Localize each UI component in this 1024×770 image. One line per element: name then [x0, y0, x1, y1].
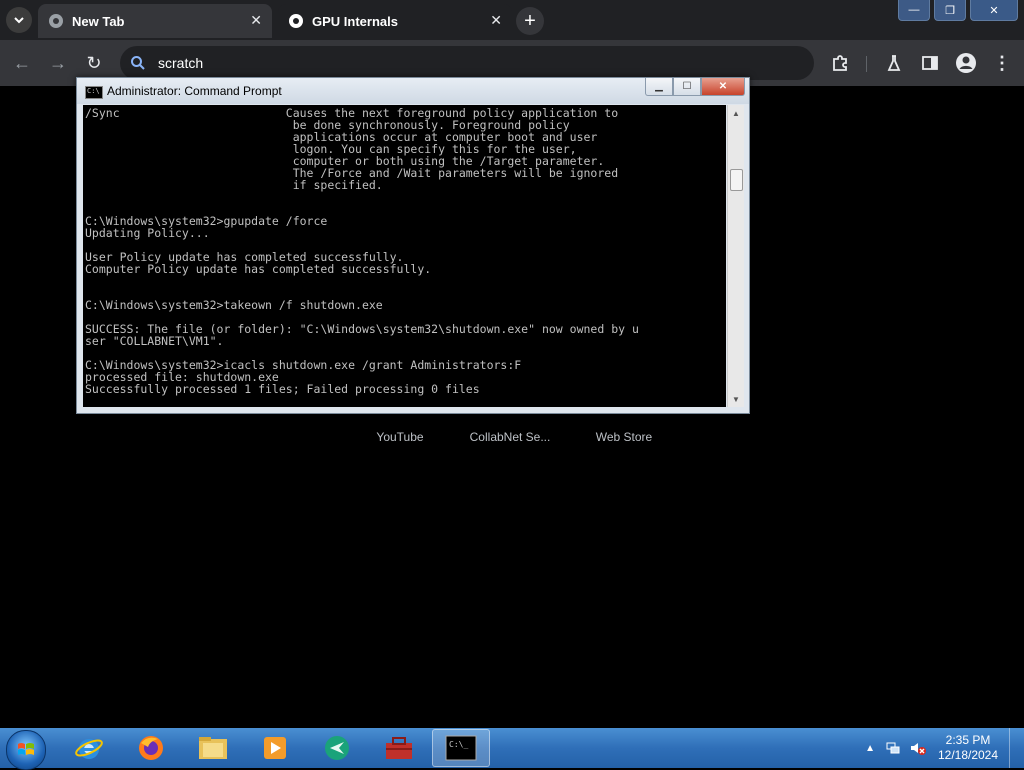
close-tab-icon[interactable]: ✕ — [250, 12, 262, 29]
system-tray: ▲ 2:35 PM 12/18/2024 — [865, 728, 1024, 768]
console-scrollbar[interactable]: ▲ ▼ — [727, 105, 744, 407]
window-controls: — ❐ ✕ — [894, 0, 1018, 21]
back-button[interactable]: ← — [10, 51, 34, 75]
scroll-down-icon[interactable]: ▼ — [728, 391, 744, 407]
clock[interactable]: 2:35 PM 12/18/2024 — [933, 733, 1003, 763]
reload-icon: ↻ — [86, 52, 102, 73]
arrow-right-icon: → — [49, 52, 67, 73]
arrow-left-icon: ← — [13, 52, 31, 73]
taskbar-teamviewer[interactable] — [308, 729, 366, 767]
network-icon[interactable] — [885, 740, 901, 756]
toolbar-divider — [866, 56, 867, 72]
console-text: /Sync Causes the next foreground policy … — [83, 105, 726, 395]
scroll-thumb[interactable] — [730, 169, 743, 191]
cmd-window-controls: ▁ ☐ ✕ — [645, 78, 745, 96]
browser-tabstrip: New Tab ✕ GPU Internals ✕ + — ❐ ✕ — [0, 0, 1024, 40]
cmd-title-bar[interactable]: C:\ Administrator: Command Prompt ▁ ☐ ✕ — [77, 78, 749, 104]
close-tab-icon[interactable]: ✕ — [490, 12, 502, 29]
cmd-title: Administrator: Command Prompt — [107, 84, 282, 98]
menu-button[interactable]: ⋮ — [990, 51, 1014, 75]
command-prompt-window: C:\ Administrator: Command Prompt ▁ ☐ ✕ … — [76, 77, 750, 414]
console-line: C:\Windows\system32>takeown /f shutdown.… — [85, 298, 383, 312]
show-hidden-icons-icon[interactable]: ▲ — [865, 743, 875, 754]
taskbar-media-player[interactable] — [246, 729, 304, 767]
console-line: Successfully processed 1 files; Failed p… — [85, 382, 480, 396]
address-text: scratch — [158, 55, 204, 71]
cmd-icon: C:\ — [85, 86, 103, 99]
address-bar[interactable]: scratch — [120, 46, 814, 80]
folder-icon — [199, 737, 227, 759]
tab-title: GPU Internals — [312, 13, 398, 29]
cmd-close-button[interactable]: ✕ — [701, 78, 745, 96]
plus-icon: + — [524, 9, 536, 32]
puzzle-icon — [833, 55, 847, 71]
toolbox-icon — [386, 737, 412, 759]
shortcut-collabnet[interactable]: CollabNet Se... — [460, 430, 560, 444]
flask-icon — [887, 55, 901, 71]
remote-app-icon — [325, 736, 349, 760]
tab-gpu-internals[interactable]: GPU Internals ✕ — [278, 4, 512, 38]
tab-search-button[interactable] — [6, 7, 32, 33]
console-line: Updating Policy... — [85, 226, 210, 240]
chevron-down-icon — [14, 17, 24, 24]
command-prompt-icon: C:\_ — [445, 735, 477, 761]
internet-explorer-icon — [75, 739, 103, 759]
firefox-icon — [139, 736, 163, 760]
side-panel-icon — [922, 56, 938, 70]
minimize-button[interactable]: — — [898, 0, 930, 21]
reload-button[interactable]: ↻ — [82, 51, 106, 75]
cmd-minimize-button[interactable]: ▁ — [645, 78, 673, 96]
start-button[interactable] — [6, 730, 46, 770]
taskbar-file-explorer[interactable] — [184, 729, 242, 767]
windows-logo-icon — [18, 743, 34, 755]
side-panel-button[interactable] — [918, 51, 942, 75]
taskbar-firefox[interactable] — [122, 729, 180, 767]
clock-date: 12/18/2024 — [937, 748, 999, 762]
console-line: if specified. — [292, 178, 383, 192]
taskbar-internet-explorer[interactable] — [60, 729, 118, 767]
console-line: Computer Policy update has completed suc… — [85, 262, 432, 276]
more-vert-icon: ⋮ — [993, 52, 1011, 73]
taskbar-toolbox[interactable] — [370, 729, 428, 767]
shortcut-web-store[interactable]: Web Store — [574, 430, 674, 444]
restore-button[interactable]: ❐ — [934, 0, 966, 21]
labs-button[interactable] — [882, 51, 906, 75]
search-icon — [131, 56, 145, 70]
cmd-maximize-button[interactable]: ☐ — [673, 78, 701, 96]
taskbar-command-prompt[interactable]: C:\_ — [432, 729, 490, 767]
scroll-up-icon[interactable]: ▲ — [728, 105, 744, 121]
close-window-button[interactable]: ✕ — [970, 0, 1018, 21]
new-tab-button[interactable]: + — [516, 7, 544, 35]
taskbar: C:\_ ▲ 2:35 PM 12/18/2024 — [0, 728, 1024, 770]
extensions-button[interactable] — [828, 51, 852, 75]
profile-button[interactable] — [954, 51, 978, 75]
avatar-icon — [956, 53, 976, 73]
forward-button[interactable]: → — [46, 51, 70, 75]
chrome-icon — [288, 13, 304, 29]
tab-title: New Tab — [72, 13, 125, 29]
clock-time: 2:35 PM — [945, 733, 991, 747]
volume-muted-icon[interactable] — [909, 740, 927, 756]
chrome-icon — [48, 13, 64, 29]
tab-new-tab[interactable]: New Tab ✕ — [38, 4, 272, 38]
shortcut-youtube[interactable]: YouTube — [350, 430, 450, 444]
media-player-icon — [264, 737, 286, 759]
console-line: ser "COLLABNET\VM1". — [85, 334, 224, 348]
console-output[interactable]: /Sync Causes the next foreground policy … — [83, 105, 726, 407]
svg-text:C:\_: C:\_ — [449, 740, 468, 749]
show-desktop-button[interactable] — [1009, 728, 1024, 768]
